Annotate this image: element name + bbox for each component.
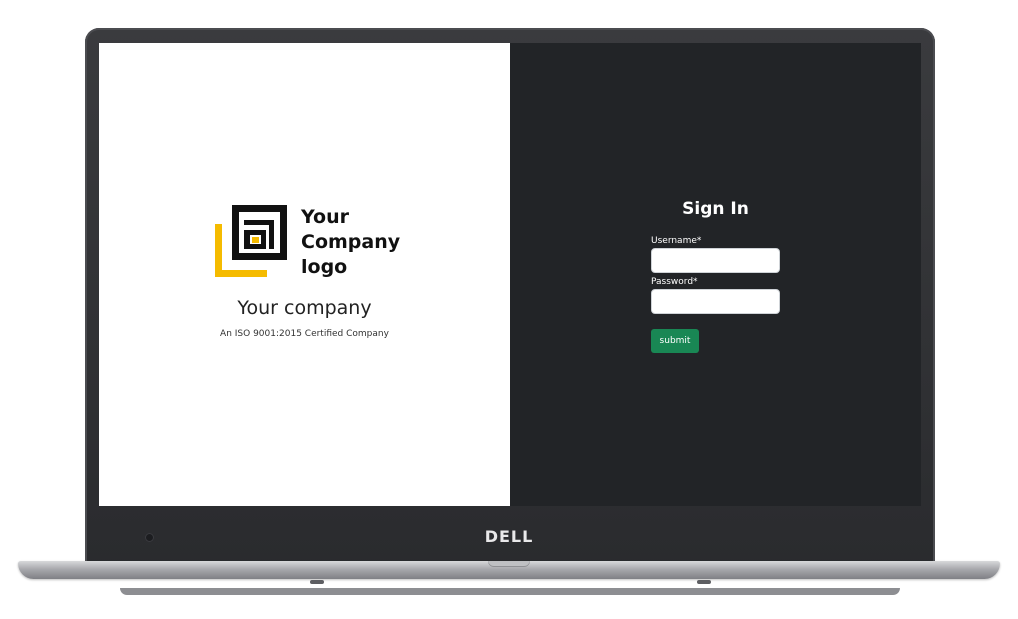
logo-mark-icon — [215, 205, 287, 277]
dell-logo: DELL — [485, 527, 534, 546]
logo-line: Company — [301, 231, 401, 253]
laptop-mockup: Your Company logo Your company An ISO 90… — [0, 0, 1018, 619]
company-logo: Your Company logo — [214, 204, 414, 284]
laptop-base — [18, 561, 1000, 579]
branding-panel: Your Company logo Your company An ISO 90… — [99, 43, 510, 506]
laptop-lid: Your Company logo Your company An ISO 90… — [85, 28, 935, 564]
laptop-chin: DELL — [85, 506, 935, 564]
base-foot — [697, 580, 711, 584]
company-name: Your company — [237, 297, 372, 319]
base-notch — [488, 561, 530, 567]
password-input[interactable] — [651, 289, 780, 314]
webcam-icon — [145, 533, 154, 542]
brand-logo-text: DELL — [485, 527, 534, 546]
username-input[interactable] — [651, 248, 780, 273]
password-label: Password* — [651, 277, 698, 287]
base-foot — [310, 580, 324, 584]
laptop-screen: Your Company logo Your company An ISO 90… — [99, 43, 921, 506]
logo-line: logo — [301, 256, 348, 278]
signin-title: Sign In — [682, 199, 749, 219]
username-label: Username* — [651, 236, 702, 246]
logo-wordmark: Your Company logo — [301, 205, 411, 280]
base-shadow — [120, 588, 900, 595]
company-tagline: An ISO 9001:2015 Certified Company — [220, 329, 389, 339]
signin-panel: Sign In Username* Password* submit — [510, 43, 921, 506]
submit-button[interactable]: submit — [651, 329, 699, 353]
logo-line: Your — [301, 206, 349, 228]
signin-form: Username* Password* submit — [651, 235, 791, 353]
